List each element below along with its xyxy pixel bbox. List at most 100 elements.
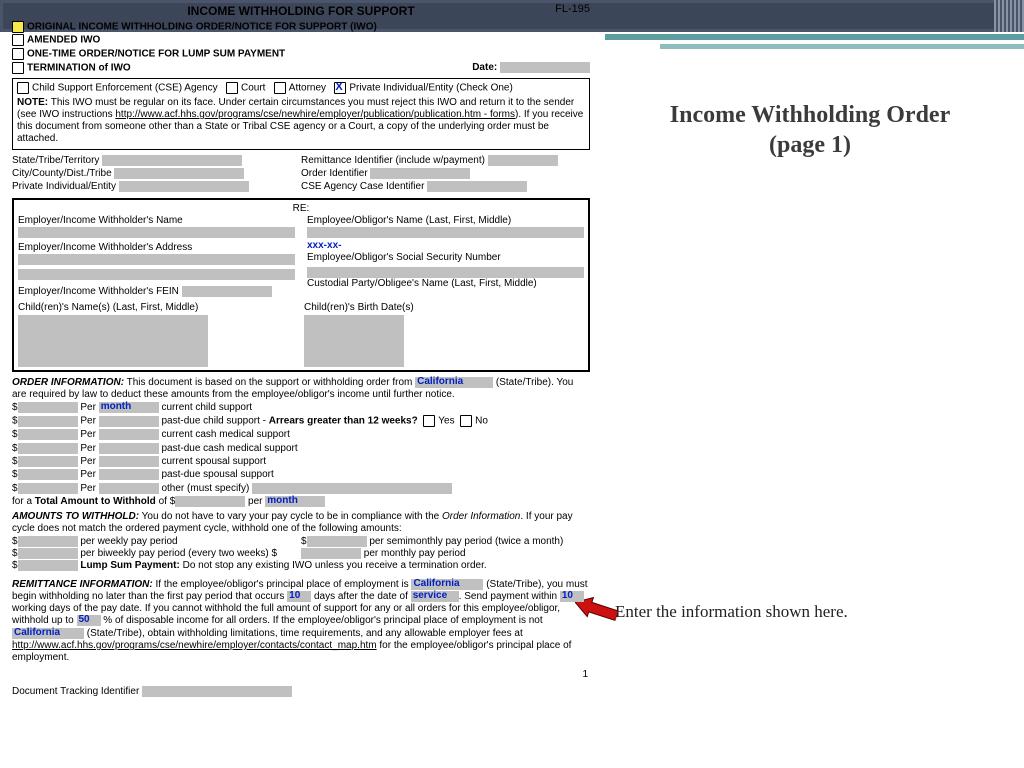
per5[interactable] [99, 456, 159, 467]
id-state-l: State/Tribe/Territory [12, 155, 99, 166]
ri-t7: (State/Tribe), obtain withholding limita… [84, 628, 523, 639]
checkbox-private[interactable]: X [334, 82, 346, 94]
per6[interactable] [99, 469, 159, 480]
emp-fein-f[interactable] [182, 286, 272, 297]
id-cse-l: CSE Agency Case Identifier [301, 181, 424, 192]
l5: current spousal support [161, 456, 266, 467]
tot-c: of $ [156, 496, 175, 507]
checkbox-original[interactable] [12, 21, 24, 33]
per2[interactable] [99, 416, 159, 427]
ri-state2[interactable]: California [12, 628, 84, 639]
origin-attorney: Attorney [289, 83, 326, 94]
id-priv-l: Private Individual/Entity [12, 181, 116, 192]
emp-name-f[interactable] [18, 227, 295, 238]
l4: past-due cash medical support [161, 443, 297, 454]
ri-t6: % of disposable income for all orders. I… [101, 616, 543, 627]
note-label: NOTE: [17, 97, 48, 108]
l2a: past-due child support - [161, 416, 268, 427]
form-title: INCOME WITHHOLDING FOR SUPPORT [12, 4, 590, 19]
date-field[interactable] [500, 62, 590, 73]
emp-addr-f2[interactable] [18, 269, 295, 280]
checkbox-amended[interactable] [12, 34, 24, 46]
id-state-f[interactable] [102, 155, 242, 166]
aw-oi: Order Information [442, 511, 520, 522]
id-cse-f[interactable] [427, 181, 527, 192]
ri-link[interactable]: http://www.acf.hhs.gov/programs/cse/newh… [12, 640, 377, 651]
per3[interactable] [99, 429, 159, 440]
opt-original: ORIGINAL INCOME WITHHOLDING ORDER/NOTICE… [27, 21, 377, 32]
tot-f[interactable] [175, 496, 245, 507]
per4[interactable] [99, 443, 159, 454]
cust-f[interactable] [307, 267, 584, 278]
slide-title: Income Withholding Order (page 1) [620, 100, 1000, 160]
remittance: REMITTANCE INFORMATION: If the employee/… [12, 579, 590, 665]
l1: current child support [161, 402, 252, 413]
per1[interactable]: month [99, 402, 159, 413]
child-dob-f[interactable] [304, 315, 404, 367]
ri-pct[interactable]: 50 [77, 615, 101, 626]
cb-no[interactable] [460, 415, 472, 427]
l7: other (must specify) [161, 483, 249, 494]
id-priv-f[interactable] [119, 181, 249, 192]
checkbox-cse[interactable] [17, 82, 29, 94]
obl-name-l: Employee/Obligor's Name (Last, First, Mi… [307, 215, 584, 227]
aw-lump-f[interactable] [18, 560, 78, 571]
aw-lump-t: Do not stop any existing IWO unless you … [180, 560, 487, 571]
opt-termination: TERMINATION of IWO [27, 63, 131, 74]
aw-mon-f[interactable] [301, 548, 361, 559]
amt3[interactable] [18, 429, 78, 440]
tot-a: for a [12, 496, 35, 507]
id-city-f[interactable] [114, 168, 244, 179]
checkbox-onetime[interactable] [12, 48, 24, 60]
cb-yes[interactable] [423, 415, 435, 427]
amt6[interactable] [18, 469, 78, 480]
checkbox-court[interactable] [226, 82, 238, 94]
aw-lead: You do not have to vary your pay cycle t… [139, 511, 442, 522]
tot-per: per [245, 496, 265, 507]
oi-lead: This document is based on the support or… [124, 377, 415, 388]
ri-t3: days after the date of [311, 591, 411, 602]
per7[interactable] [99, 483, 159, 494]
parties-box: RE: Employer/Income Withholder's Name Em… [12, 198, 590, 372]
checkbox-attorney[interactable] [274, 82, 286, 94]
ri-state1[interactable]: California [411, 579, 483, 590]
order-info: ORDER INFORMATION: This document is base… [12, 377, 590, 509]
oi-state-f[interactable]: California [415, 377, 493, 388]
other-f[interactable] [252, 483, 452, 494]
emp-fein-l: Employer/Income Withholder's FEIN [18, 286, 179, 297]
l3: current cash medical support [161, 429, 289, 440]
amt2[interactable] [18, 416, 78, 427]
tot-b: Total Amount to Withhold [35, 496, 156, 507]
amt1[interactable] [18, 402, 78, 413]
id-order-f[interactable] [370, 168, 470, 179]
child-names-f[interactable] [18, 315, 208, 367]
form-number: FL-195 [555, 3, 590, 16]
aw-heading: AMOUNTS TO WITHHOLD: [12, 511, 139, 522]
ri-days[interactable]: 10 [287, 591, 311, 602]
opt-amended: AMENDED IWO [27, 35, 100, 46]
ri-wd[interactable]: 10 [560, 591, 584, 602]
aw-semi-f[interactable] [307, 536, 367, 547]
obl-name-f[interactable] [307, 227, 584, 238]
aw-bi-f[interactable] [18, 548, 78, 559]
aw-weekly-f[interactable] [18, 536, 78, 547]
ri-service[interactable]: service [411, 591, 459, 602]
tot-per-f[interactable]: month [265, 496, 325, 507]
amt4[interactable] [18, 443, 78, 454]
tracking-f[interactable] [142, 686, 292, 697]
aw-bi: per biweekly pay period (every two weeks… [78, 548, 278, 559]
checkbox-termination[interactable] [12, 62, 24, 74]
origin-cse: Child Support Enforcement (CSE) Agency [32, 83, 218, 94]
aw-semi: per semimonthly pay period (twice a mont… [367, 536, 564, 547]
emp-addr-f1[interactable] [18, 254, 295, 265]
amt5[interactable] [18, 456, 78, 467]
amt7[interactable] [18, 483, 78, 494]
origin-private: Private Individual/Entity (Check One) [349, 83, 512, 94]
note-block: NOTE: This IWO must be regular on its fa… [17, 97, 585, 146]
slide-title-l1: Income Withholding Order [670, 102, 950, 128]
ri-heading: REMITTANCE INFORMATION: [12, 579, 153, 590]
note-link[interactable]: http://www.acf.hhs.gov/programs/cse/newh… [115, 109, 515, 120]
origin-court: Court [241, 83, 265, 94]
id-remit-f[interactable] [488, 155, 558, 166]
page-number: 1 [582, 669, 588, 681]
